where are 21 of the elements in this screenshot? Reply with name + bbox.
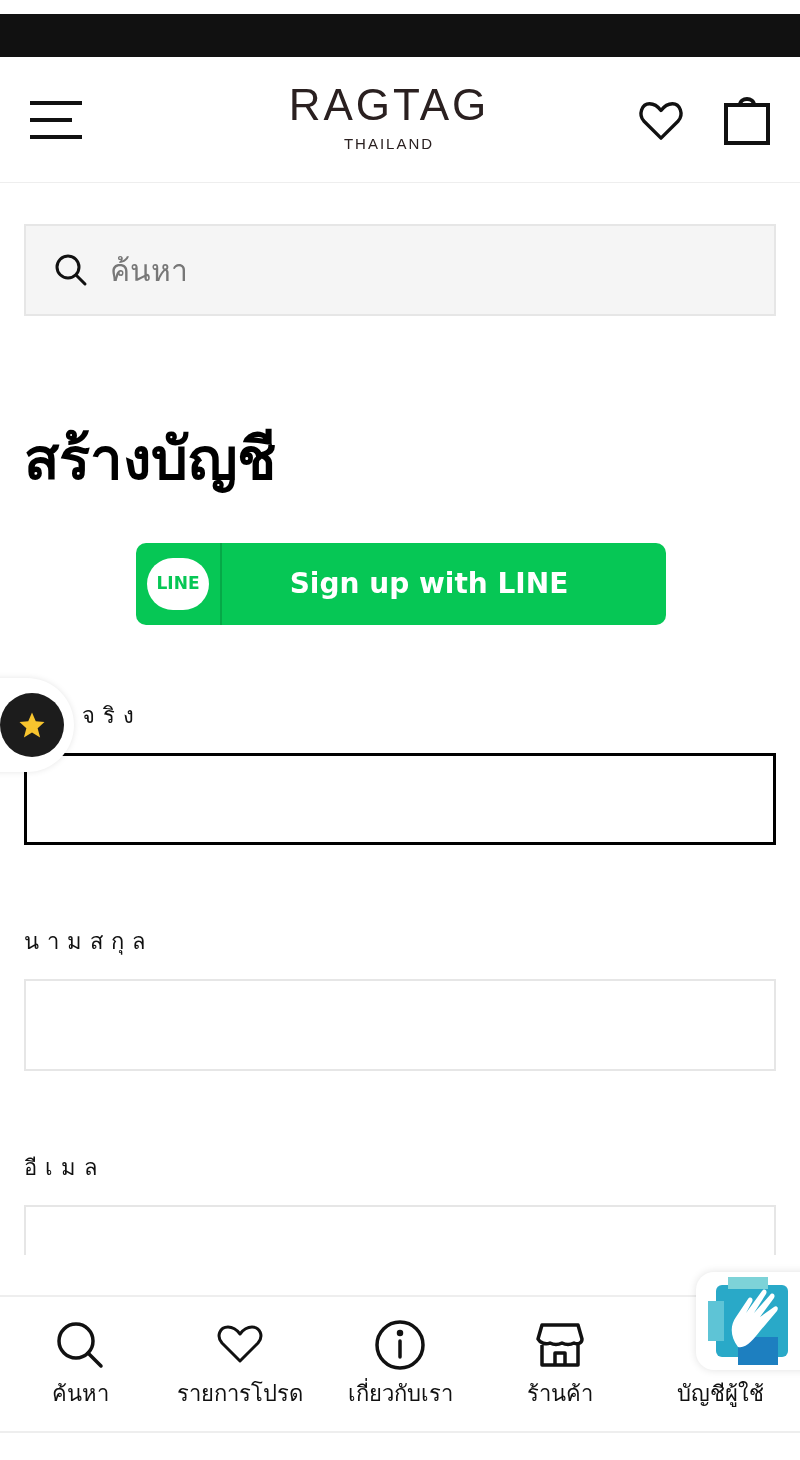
rewards-button[interactable]: [0, 678, 74, 772]
field-label: จริง: [82, 702, 142, 729]
info-icon: [374, 1318, 426, 1371]
logo-subtitle: THAILAND: [343, 134, 435, 155]
nav-item[interactable]: เกี่ยวกับเรา: [347, 1376, 453, 1410]
shopping-bag-icon[interactable]: [724, 94, 770, 145]
field-label: นามสกุล: [24, 928, 153, 955]
nav-item[interactable]: ค้นหา: [51, 1376, 109, 1410]
logo[interactable]: RAGTAG: [288, 83, 490, 128]
page-title: สร้างบัญชี: [24, 424, 277, 495]
nav-item[interactable]: บัญชีผู้ใช้: [676, 1376, 764, 1410]
search-field[interactable]: ค้นหา: [24, 224, 776, 316]
line-logo: LINE: [147, 558, 209, 610]
search-icon: [54, 253, 88, 287]
menu-icon[interactable]: [30, 100, 82, 139]
text-field[interactable]: [24, 753, 776, 845]
accessibility-button[interactable]: [696, 1272, 800, 1370]
field-label: อีเมล: [24, 1154, 105, 1181]
search-input[interactable]: ค้นหา: [110, 247, 746, 293]
nav-item[interactable]: รายการโปรด: [177, 1376, 303, 1410]
nav-item[interactable]: ร้านค้า: [527, 1376, 593, 1410]
